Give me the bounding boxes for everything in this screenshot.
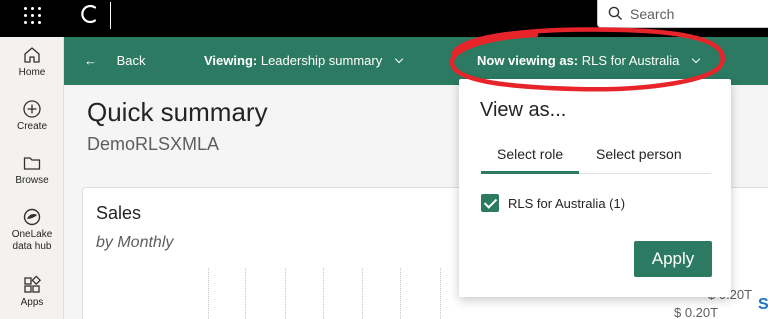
panel-title: View as... (480, 99, 567, 121)
nav-label-create: Create (16, 121, 47, 132)
card-subtitle: by Monthly (96, 234, 174, 251)
chevron-down-icon (394, 54, 404, 64)
apply-button[interactable]: Apply (634, 241, 712, 277)
chart-gridline (245, 268, 246, 319)
nav-label-browse: Browse (15, 175, 49, 186)
nav-item-create[interactable]: Create (0, 99, 64, 133)
nav-label-apps: Apps (20, 297, 44, 308)
viewing-value: Leadership summary (260, 53, 383, 68)
nav-label-onelake-line2: data hub (12, 241, 52, 252)
role-label: RLS for Australia (1) (508, 196, 626, 211)
annotation-circle (449, 27, 725, 92)
chart-gridline (362, 268, 363, 319)
onelake-icon (23, 208, 41, 226)
nav-item-apps[interactable]: Apps (0, 275, 64, 309)
y-tick-label: $ 0.20T (674, 305, 719, 319)
tab-select-person[interactable]: Select person (596, 146, 682, 162)
nav-item-home[interactable]: Home (0, 45, 64, 79)
apps-icon (24, 275, 42, 293)
sales-chart-icon: S (758, 296, 768, 313)
topbar-divider (110, 2, 111, 29)
product-logo-icon[interactable] (78, 3, 100, 25)
app-launcher-icon[interactable] (24, 7, 42, 25)
search-box[interactable]: Search (597, 0, 768, 28)
role-checkbox[interactable] (481, 194, 499, 212)
search-input[interactable]: Search (630, 6, 674, 22)
viewing-dropdown[interactable]: Viewing: Leadership summary (204, 53, 404, 68)
back-arrow-icon: ← (84, 53, 97, 68)
nav-item-browse[interactable]: Browse (0, 153, 64, 187)
page-subtitle: DemoRLSXMLA (87, 134, 220, 154)
card-title: Sales (96, 203, 142, 223)
chart-gridline (400, 268, 401, 319)
active-tab-indicator (481, 171, 579, 174)
nav-label-onelake-line1: OneLake (11, 229, 53, 240)
chart-gridline (208, 268, 209, 319)
chart-gridline (323, 268, 324, 319)
back-label: Back (116, 53, 146, 68)
nav-label-home: Home (18, 67, 46, 78)
nav-item-onelake[interactable]: OneLake data hub (0, 207, 64, 253)
left-nav: Home Create Browse OneLake data hub Apps (0, 37, 64, 319)
folder-icon (23, 157, 41, 170)
page-title: Quick summary (87, 97, 268, 127)
viewing-prefix: Viewing: (204, 53, 258, 68)
chart-gridline (440, 268, 441, 319)
chart-gridline (285, 268, 286, 319)
plus-circle-icon (23, 100, 41, 118)
search-icon (608, 6, 622, 20)
back-button[interactable]: ← Back (84, 53, 146, 68)
home-icon (24, 47, 40, 63)
tab-select-role[interactable]: Select role (497, 146, 563, 162)
